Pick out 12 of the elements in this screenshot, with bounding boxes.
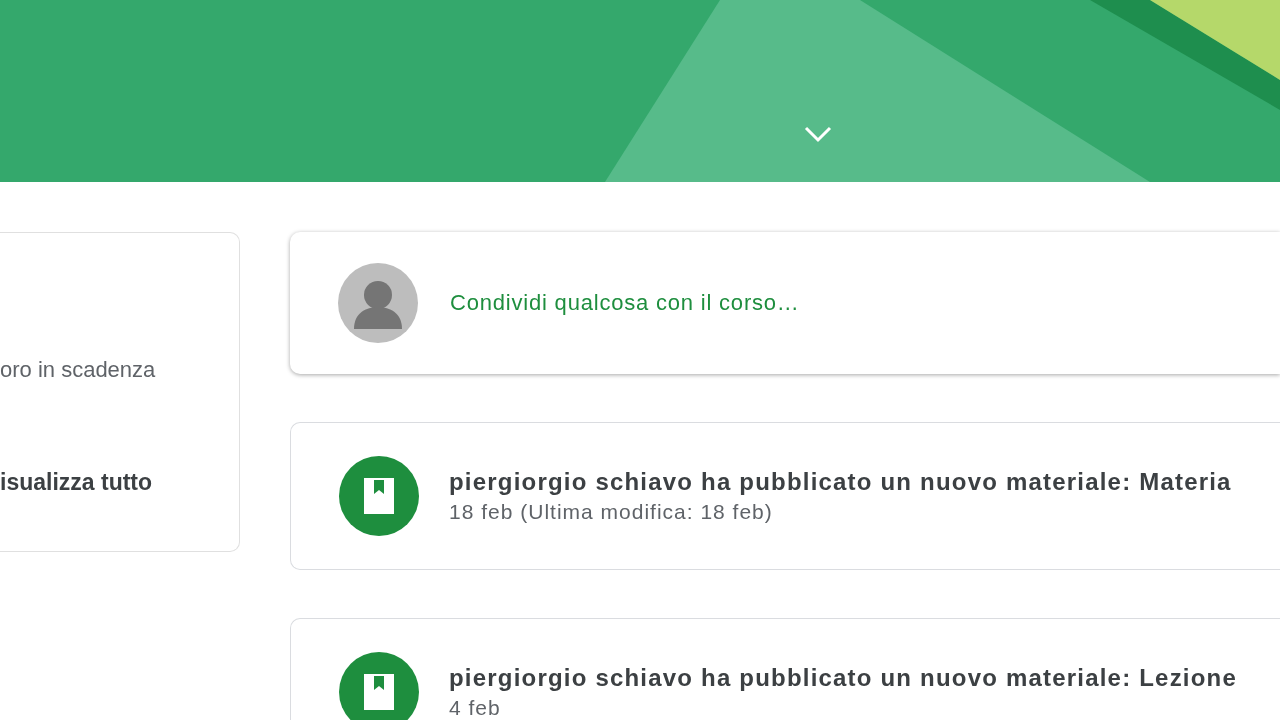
post-title: piergiorgio schiavo ha pubblicato un nuovo materiale: Materia bbox=[449, 468, 1232, 496]
chevron-down-icon[interactable] bbox=[804, 125, 832, 143]
view-all-link[interactable]: isualizza tutto bbox=[0, 469, 239, 496]
post-title: piergiorgio schiavo ha pubblicato un nuovo materiale: Lezione bbox=[449, 664, 1237, 692]
share-prompt: Condividi qualcosa con il corso… bbox=[450, 290, 800, 316]
post-card[interactable]: piergiorgio schiavo ha pubblicato un nuovo materiale: Materia 18 feb (Ultima modifica: 18 feb) bbox=[290, 422, 1280, 570]
post-date: 18 feb (Ultima modifica: 18 feb) bbox=[449, 500, 774, 524]
share-box[interactable]: Condividi qualcosa con il corso… bbox=[290, 232, 1280, 374]
post-card[interactable]: piergiorgio schiavo ha pubblicato un nuovo materiale: Lezione 4 feb bbox=[290, 618, 1280, 720]
post-date: 4 feb bbox=[449, 696, 502, 720]
upcoming-text: oro in scadenza bbox=[0, 357, 157, 383]
material-icon bbox=[339, 652, 419, 720]
